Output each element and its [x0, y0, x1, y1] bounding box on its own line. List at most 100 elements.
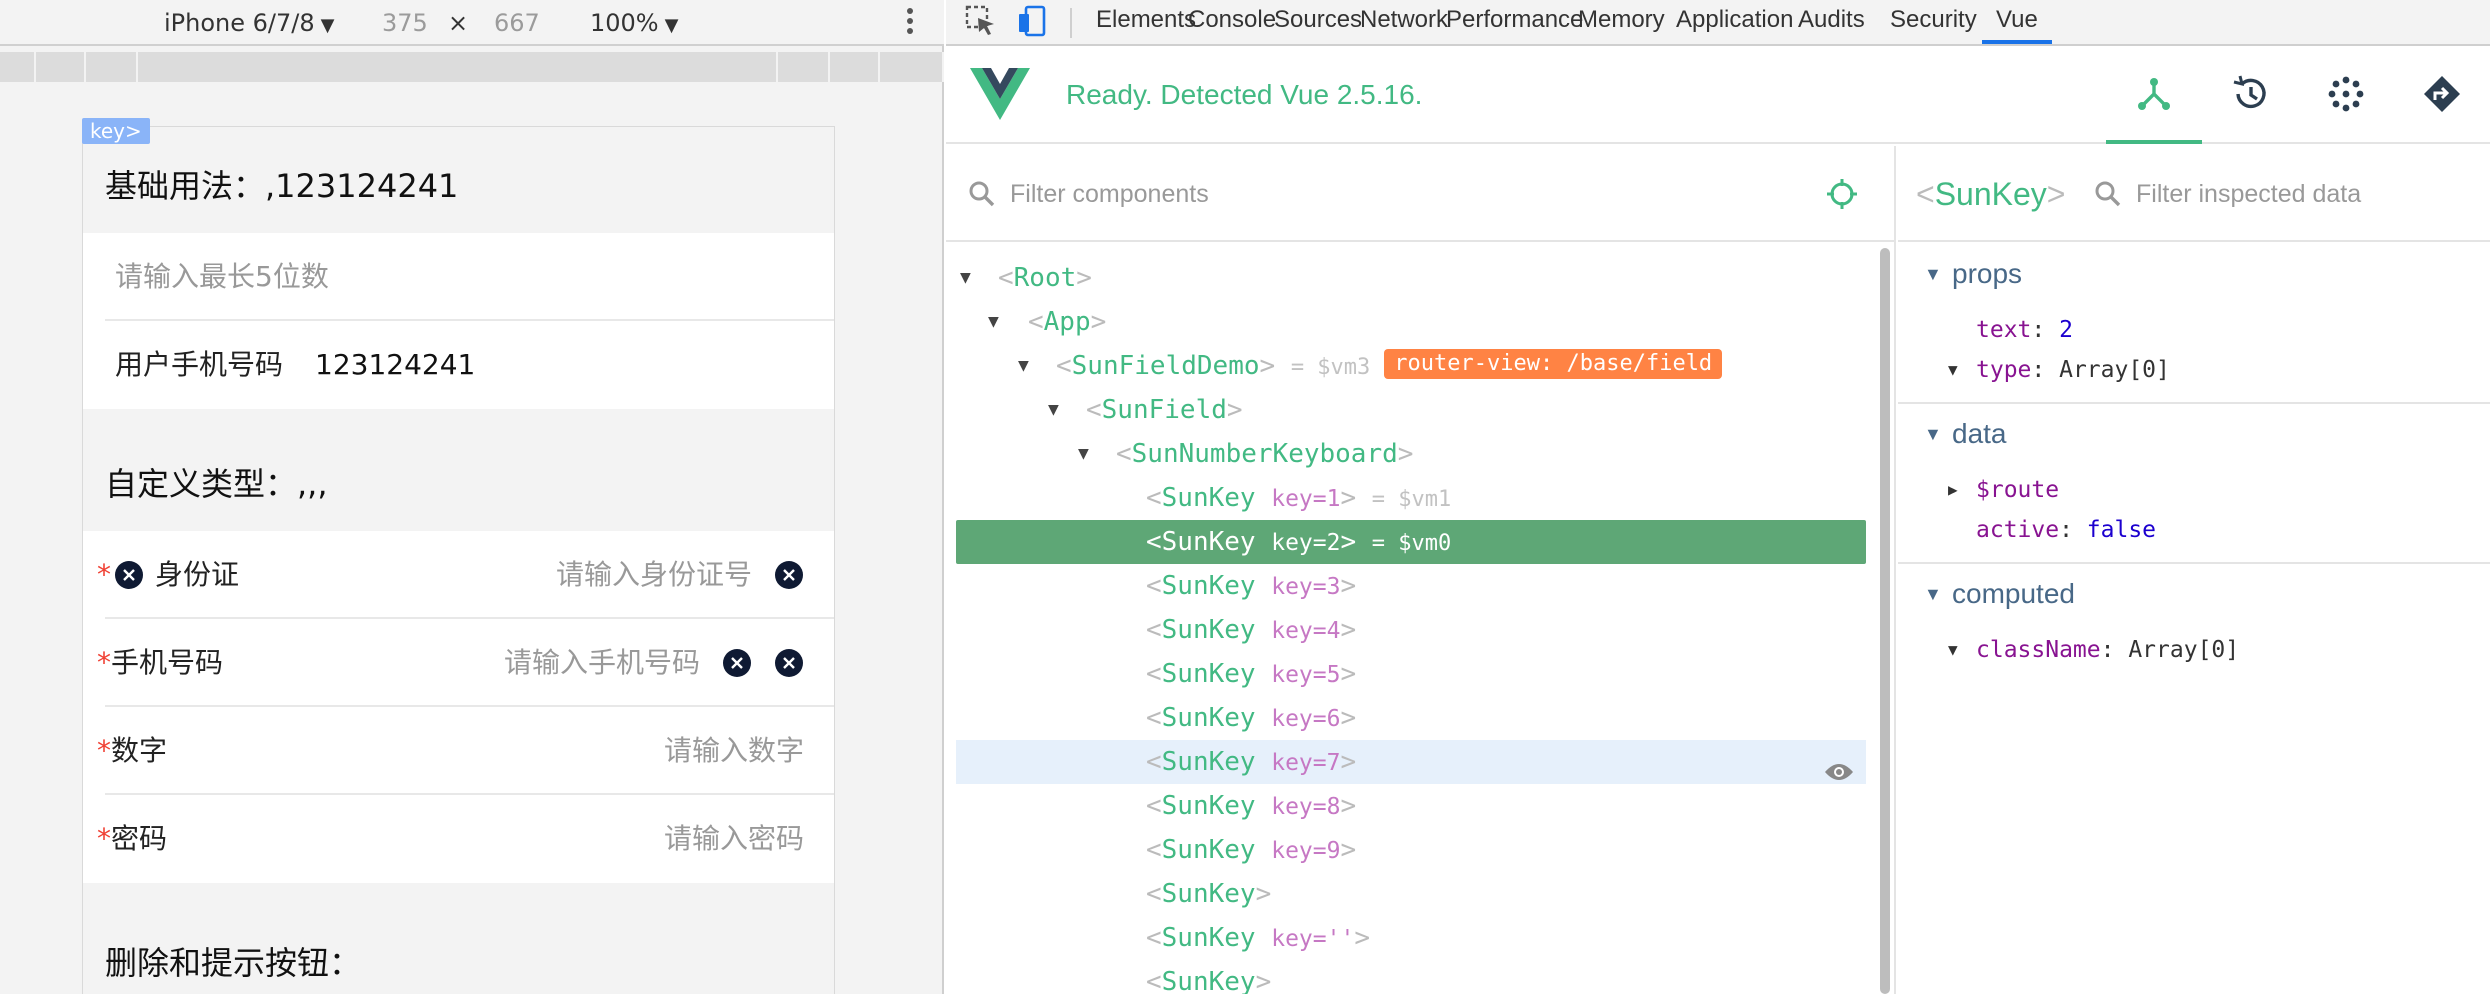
id-card-placeholder[interactable]: 请输入身份证号	[556, 531, 752, 619]
device-name: iPhone 6/7/8	[164, 9, 315, 37]
tree-node-sunkey[interactable]: <SunKey key=1> = $vm1	[956, 476, 1866, 520]
timeline-tab-button[interactable]	[2202, 46, 2298, 144]
tree-node-sunkey[interactable]: <SunKey>	[956, 872, 1866, 916]
triangle-down-icon[interactable]: ▼	[1924, 412, 1942, 456]
tree-node-sunkey-hovered[interactable]: <SunKey key=7>	[956, 740, 1866, 784]
inspect-element-icon[interactable]	[964, 4, 998, 48]
data-route[interactable]: ▶ $route	[1948, 470, 2059, 510]
triangle-down-icon[interactable]: ▼	[1924, 252, 1942, 296]
component-tree-pane: Filter components ▼ <Root> ▼ <App> ▼ <Su…	[946, 146, 1896, 994]
prop-text[interactable]: text: 2	[1976, 310, 2073, 350]
clear-icon[interactable]	[775, 561, 803, 589]
tree-node-sunkey[interactable]: <SunKey key=4>	[956, 608, 1866, 652]
tree-node-sunfielddemo[interactable]: ▼ <SunFieldDemo> = $vm3 router-view: /bas…	[956, 344, 1866, 388]
props-section-toggle[interactable]: ▼ props	[1898, 252, 2490, 296]
tree-node-sunkey[interactable]: <SunKey>	[956, 960, 1866, 994]
device-height-input[interactable]: 667	[494, 6, 540, 40]
triangle-down-icon[interactable]: ▼	[1948, 630, 1958, 670]
triangle-down-icon[interactable]: ▼	[988, 300, 999, 344]
filter-components-input[interactable]: Filter components	[1010, 146, 1209, 242]
ruler-segment[interactable]	[86, 52, 138, 82]
tree-node-sunkey[interactable]: <SunKey key=5>	[956, 652, 1866, 696]
tab-sources[interactable]: Sources	[1274, 0, 1362, 44]
select-component-target-icon[interactable]	[1826, 178, 1858, 214]
triangle-right-icon[interactable]: ▶	[1948, 470, 1958, 510]
tab-audits[interactable]: Audits	[1798, 0, 1865, 44]
component-name: SunKey	[1161, 659, 1256, 689]
more-options-icon[interactable]	[906, 6, 914, 40]
tab-vue[interactable]: Vue	[1982, 0, 2052, 44]
tab-elements[interactable]: Elements	[1096, 0, 1196, 44]
ruler-segment[interactable]	[138, 52, 778, 82]
ruler-segment[interactable]	[0, 52, 36, 82]
password-label: 密码	[111, 822, 168, 855]
vm-ref: = $vm1	[1371, 487, 1452, 512]
triangle-down-icon[interactable]: ▼	[1924, 572, 1942, 616]
ruler-segment[interactable]	[36, 52, 86, 82]
tab-application[interactable]: Application	[1676, 0, 1793, 44]
number-row[interactable]: * 数字 请输入数字	[83, 707, 834, 795]
basic-input-row[interactable]: 请输入最长5位数	[83, 233, 834, 321]
component-name: SunKey	[1161, 835, 1256, 865]
tree-node-sunfield[interactable]: ▼ <SunField>	[956, 388, 1866, 432]
filter-inspected-data-input[interactable]: Filter inspected data	[2136, 146, 2361, 242]
phone-number-label: 用户手机号码	[115, 348, 284, 381]
tree-node-sunkey[interactable]: <SunKey key=9>	[956, 828, 1866, 872]
data-section-toggle[interactable]: ▼ data	[1898, 412, 2490, 456]
clear-icon[interactable]	[775, 649, 803, 677]
tab-console[interactable]: Console	[1188, 0, 1276, 44]
phone-number-value[interactable]: 123124241	[315, 321, 475, 409]
triangle-down-icon[interactable]: ▼	[1078, 432, 1089, 476]
number-placeholder[interactable]: 请输入数字	[664, 707, 804, 795]
basic-input-placeholder[interactable]: 请输入最长5位数	[115, 233, 329, 321]
tab-network[interactable]: Network	[1360, 0, 1448, 44]
device-toolbar-icon[interactable]	[1016, 4, 1050, 48]
key-value: =3	[1312, 574, 1341, 600]
ruler-segment[interactable]	[880, 52, 944, 82]
router-tab-button[interactable]	[2394, 46, 2490, 144]
key-value: =2	[1312, 530, 1341, 556]
clear-icon[interactable]	[723, 649, 751, 677]
mobile-row[interactable]: * 手机号码 请输入手机号码	[83, 619, 834, 707]
phone-number-row[interactable]: 用户手机号码 123124241	[83, 321, 834, 409]
prop-type[interactable]: ▼ type: Array[0]	[1948, 350, 2170, 390]
password-placeholder[interactable]: 请输入密码	[664, 795, 804, 883]
triangle-down-icon[interactable]: ▼	[960, 256, 971, 300]
ruler-segment[interactable]	[778, 52, 830, 82]
triangle-down-icon[interactable]: ▼	[1018, 344, 1029, 388]
device-width-input[interactable]: 375	[382, 6, 428, 40]
password-row[interactable]: * 密码 请输入密码	[83, 795, 834, 883]
ruler-segment[interactable]	[830, 52, 880, 82]
computed-classname[interactable]: ▼ className: Array[0]	[1948, 630, 2240, 670]
vuex-tab-button[interactable]	[2298, 46, 2394, 144]
device-select[interactable]: iPhone 6/7/8 ▼	[164, 6, 334, 40]
tab-memory[interactable]: Memory	[1578, 0, 1665, 44]
tree-node-sunkey[interactable]: <SunKey key=3>	[956, 564, 1866, 608]
triangle-down-icon[interactable]: ▼	[1948, 350, 1958, 390]
key-attr: key	[1271, 926, 1313, 952]
tree-scrollbar[interactable]	[1880, 248, 1890, 994]
data-active[interactable]: active: false	[1976, 510, 2156, 550]
tab-security[interactable]: Security	[1890, 0, 1977, 44]
tree-node-root[interactable]: ▼ <Root>	[956, 256, 1866, 300]
media-query-ruler[interactable]	[0, 52, 944, 82]
tree-node-sunkey[interactable]: <SunKey key=''>	[956, 916, 1866, 960]
section-title: props	[1952, 258, 2023, 289]
computed-section-toggle[interactable]: ▼ computed	[1898, 572, 2490, 616]
tree-node-sunkey-selected[interactable]: <SunKey key=2> = $vm0	[956, 520, 1866, 564]
mobile-placeholder[interactable]: 请输入手机号码	[504, 619, 700, 707]
tree-node-sunkey[interactable]: <SunKey key=6>	[956, 696, 1866, 740]
triangle-down-icon[interactable]: ▼	[1048, 388, 1059, 432]
components-tab-button[interactable]	[2106, 46, 2202, 144]
search-icon	[968, 180, 996, 212]
devtools-tab-bar: Elements Console Sources Network Perform…	[946, 0, 2490, 46]
tree-node-app[interactable]: ▼ <App>	[956, 300, 1866, 344]
prop-value: Array[0]	[2128, 637, 2240, 663]
tab-performance[interactable]: Performance	[1446, 0, 1583, 44]
key-value: =6	[1312, 706, 1341, 732]
id-card-row[interactable]: * 身份证 请输入身份证号	[83, 531, 834, 619]
zoom-select[interactable]: 100% ▼	[590, 6, 678, 40]
tree-node-sunkey[interactable]: <SunKey key=8>	[956, 784, 1866, 828]
tree-node-sunnumberkeyboard[interactable]: ▼ <SunNumberKeyboard>	[956, 432, 1866, 476]
clear-icon[interactable]	[115, 561, 143, 589]
